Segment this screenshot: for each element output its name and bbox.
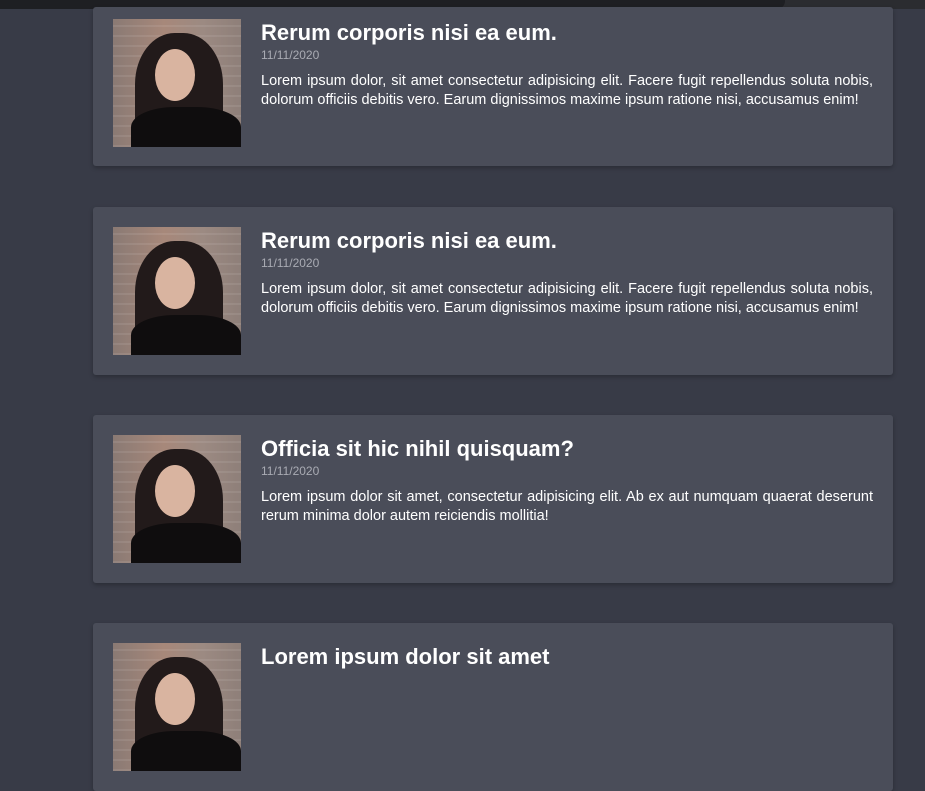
author-photo xyxy=(113,227,241,355)
post-date: 11/11/2020 xyxy=(261,256,320,270)
post-title[interactable]: Rerum corporis nisi ea eum. xyxy=(261,227,873,255)
post-body: Lorem ipsum dolor sit amet, consectetur … xyxy=(261,489,873,524)
author-photo xyxy=(113,19,241,147)
post-body: Lorem ipsum dolor, sit amet consectetur … xyxy=(261,73,873,108)
post-title[interactable]: Rerum corporis nisi ea eum. xyxy=(261,19,873,47)
author-photo xyxy=(113,435,241,563)
author-photo xyxy=(113,643,241,771)
post-card[interactable]: Rerum corporis nisi ea eum. 11/11/2020 L… xyxy=(93,7,893,166)
post-title[interactable]: Lorem ipsum dolor sit amet xyxy=(261,643,873,671)
post-card[interactable]: Rerum corporis nisi ea eum. 11/11/2020 L… xyxy=(93,207,893,375)
post-card[interactable]: Officia sit hic nihil quisquam? 11/11/20… xyxy=(93,415,893,583)
post-title[interactable]: Officia sit hic nihil quisquam? xyxy=(261,435,873,463)
post-date: 11/11/2020 xyxy=(261,48,320,62)
post-card[interactable]: Lorem ipsum dolor sit amet xyxy=(93,623,893,791)
post-body: Lorem ipsum dolor, sit amet consectetur … xyxy=(261,281,873,316)
post-date: 11/11/2020 xyxy=(261,464,320,478)
